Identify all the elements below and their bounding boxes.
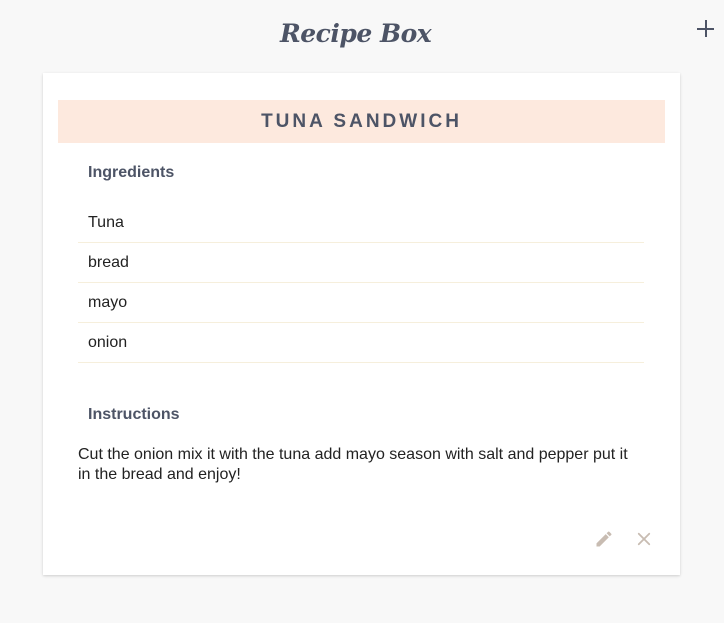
add-recipe-button[interactable] xyxy=(695,18,717,40)
edit-button[interactable] xyxy=(593,528,615,550)
ingredient-item: Tuna xyxy=(78,203,644,243)
card-actions xyxy=(593,528,655,550)
ingredient-item: bread xyxy=(78,243,644,283)
ingredients-label: Ingredients xyxy=(88,164,175,181)
delete-button[interactable] xyxy=(633,528,655,550)
ingredient-list: Tuna bread mayo onion xyxy=(78,203,644,363)
ingredient-item: onion xyxy=(78,323,644,363)
instructions-text: Cut the onion mix it with the tuna add m… xyxy=(78,446,628,483)
ingredient-item: mayo xyxy=(78,283,644,323)
recipe-header[interactable]: TUNA SANDWICH xyxy=(58,100,665,143)
instructions-label: Instructions xyxy=(88,406,180,423)
close-icon xyxy=(637,532,651,546)
recipe-title: TUNA SANDWICH xyxy=(261,110,462,132)
recipe-box-app: Recipe Box TUNA SANDWICH Ingredients Tun… xyxy=(0,0,724,623)
app-title: Recipe Box xyxy=(280,19,432,48)
pencil-icon xyxy=(596,531,612,547)
recipe-card: TUNA SANDWICH Ingredients Tuna bread may… xyxy=(43,73,680,575)
